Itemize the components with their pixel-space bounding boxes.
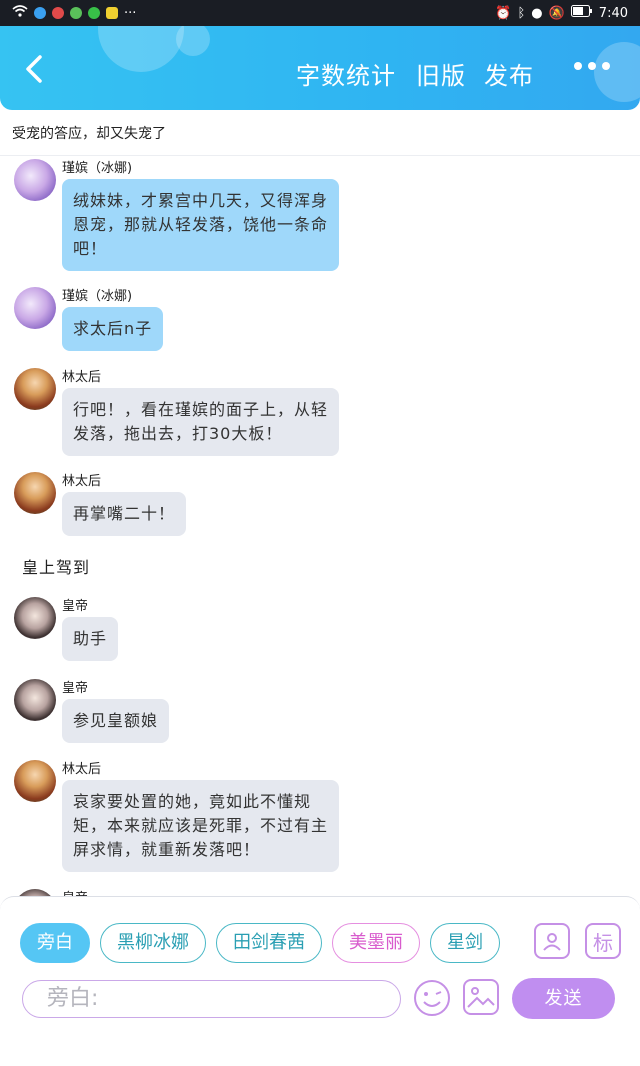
role-chip[interactable]: 星剑 <box>430 923 500 963</box>
image-icon <box>467 987 495 1008</box>
message-bubble[interactable]: 哀家要处置的她，竟如此不懂规 矩，本来就应该是死罪，不过有主 屏求情，就重新发落… <box>62 780 339 872</box>
message-bubble[interactable]: 求太后n子 <box>62 307 164 351</box>
sender-name: 瑾嫔（冰娜) <box>62 161 133 176</box>
message-line: 发落，拖出去，打30大板！ <box>73 424 283 443</box>
role-chip[interactable]: 美墨丽 <box>332 923 420 963</box>
role-chip-narration[interactable]: 旁白 <box>20 923 90 963</box>
chat-list[interactable]: 瑾嫔（冰娜) 绒妹妹，才累宫中几天，又得浑身 恩宠，那就从轻发落，饶他一条命 吧… <box>0 157 640 897</box>
message-bubble[interactable]: 参见皇额娘 <box>62 699 170 743</box>
decor-bubble <box>176 26 210 56</box>
avatar <box>14 760 56 802</box>
more-dot-icon <box>602 62 610 70</box>
sender-name: 林太后 <box>62 370 102 385</box>
bluetooth-icon: ᛒ <box>517 5 526 21</box>
clock-text: 7:40 <box>598 5 628 21</box>
role-selector[interactable]: 旁白 黑柳冰娜 田剑春茜 美墨丽 星剑 <box>20 923 514 965</box>
sender-name: 林太后 <box>62 762 102 777</box>
message-line: 矩，本来就应该是死罪，不过有主 <box>73 816 329 835</box>
avatar <box>14 679 56 721</box>
sender-name: 皇帝 <box>62 599 89 614</box>
message-bubble[interactable]: 行吧！，看在瑾嫔的面子上，从轻 发落，拖出去，打30大板！ <box>62 388 339 456</box>
message-line: 行吧！，看在瑾嫔的面子上，从轻 <box>73 400 329 419</box>
sender-name: 林太后 <box>62 474 102 489</box>
send-button[interactable]: 发送 <box>512 978 615 1019</box>
app-notification-icon <box>106 7 118 19</box>
story-title[interactable]: 受宠的答应，却又失宠了 <box>0 110 640 156</box>
narration-text[interactable]: 皇上驾到 <box>22 554 90 578</box>
back-arrow-icon <box>26 55 42 83</box>
more-dot-icon <box>588 62 596 70</box>
role-chip[interactable]: 田剑春茜 <box>216 923 322 963</box>
status-bar: ··· ⏰ ᛒ ● 🔕 7:40 <box>0 0 640 26</box>
location-icon: ● <box>531 5 543 21</box>
message-bubble[interactable]: 绒妹妹，才累宫中几天，又得浑身 恩宠，那就从轻发落，饶他一条命 吧！ <box>62 179 339 271</box>
more-notifications-icon: ··· <box>124 5 137 21</box>
publish-button[interactable]: 发布 <box>484 56 534 91</box>
wifi-icon <box>12 5 28 21</box>
top-app-bar: 字数统计 旧版 发布 <box>0 26 640 110</box>
avatar <box>14 597 56 639</box>
message-line: 恩宠，那就从轻发落，饶他一条命 <box>73 215 329 234</box>
avatar <box>14 368 56 410</box>
avatar <box>14 159 56 201</box>
person-icon <box>543 933 561 951</box>
old-version-button[interactable]: 旧版 <box>416 56 466 91</box>
back-button[interactable] <box>20 54 50 84</box>
word-count-button[interactable]: 字数统计 <box>296 56 396 91</box>
message-input[interactable]: 旁白: <box>22 980 401 1018</box>
message-line: 绒妹妹，才累宫中几天，又得浑身 <box>73 191 329 210</box>
message-bubble[interactable]: 再掌嘴二十！ <box>62 492 187 536</box>
message-line: 哀家要处置的她，竟如此不懂规 <box>73 792 312 811</box>
emoji-icon <box>414 980 450 1016</box>
status-icons-left: ··· <box>12 5 136 21</box>
mute-icon: 🔕 <box>548 5 565 21</box>
mark-button[interactable]: 标 <box>585 923 621 959</box>
emoji-button[interactable] <box>413 979 451 1017</box>
decor-bubble <box>594 42 640 102</box>
add-character-button[interactable] <box>534 923 570 959</box>
message-bubble[interactable]: 助手 <box>62 617 119 661</box>
decor-bubble <box>98 26 184 72</box>
role-chip[interactable]: 黑柳冰娜 <box>100 923 206 963</box>
avatar <box>14 287 56 329</box>
sender-name: 瑾嫔（冰娜) <box>62 289 133 304</box>
avatar <box>14 472 56 514</box>
message-line: 吧！ <box>73 239 108 258</box>
image-button[interactable] <box>463 979 499 1015</box>
alarm-icon: ⏰ <box>495 5 512 21</box>
sender-name: 皇帝 <box>62 681 89 696</box>
wechat-icon <box>88 7 100 19</box>
app-notification-icon <box>34 7 46 19</box>
more-options-button[interactable] <box>574 62 610 70</box>
message-line: 屏求情，就重新发落吧！ <box>73 840 261 859</box>
battery-icon <box>570 5 593 21</box>
app-notification-icon <box>52 7 64 19</box>
app-notification-icon <box>70 7 82 19</box>
status-icons-right: ⏰ ᛒ ● 🔕 7:40 <box>495 5 628 21</box>
compose-panel: 旁白 黑柳冰娜 田剑春茜 美墨丽 星剑 标 旁白: 发送 <box>0 896 640 1019</box>
more-dot-icon <box>574 62 582 70</box>
